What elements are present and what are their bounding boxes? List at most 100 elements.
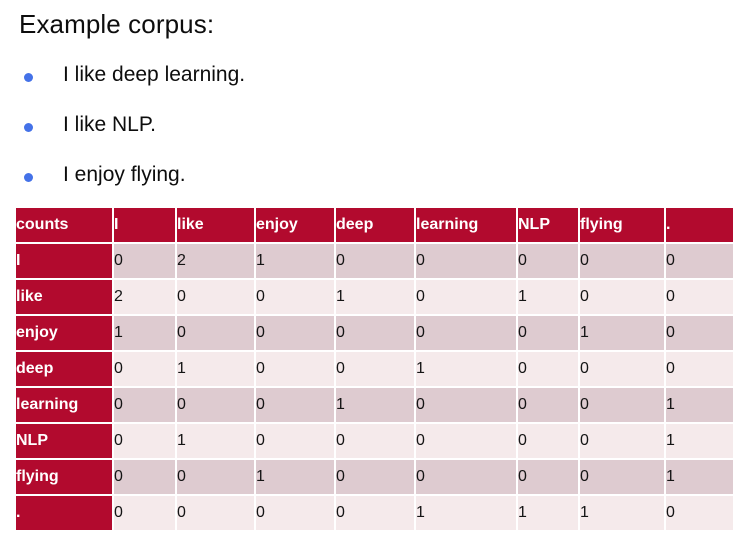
table-cell: 1 — [416, 496, 516, 530]
table-cell: 0 — [177, 280, 254, 314]
row-label: flying — [16, 460, 112, 494]
corpus-sentence: I like deep learning. — [63, 63, 246, 86]
table-cell: 0 — [518, 424, 578, 458]
table-header-row: counts I like enjoy deep learning NLP fl… — [16, 208, 733, 242]
slide-canvas: Example corpus: I like deep learning. I … — [0, 0, 736, 544]
table-cell: 0 — [666, 352, 733, 386]
list-item: I enjoy flying. — [0, 162, 736, 212]
table-header-period: . — [666, 208, 733, 242]
table-cell: 1 — [177, 424, 254, 458]
corpus-sentence: I enjoy flying. — [63, 163, 186, 186]
table-cell: 1 — [580, 496, 664, 530]
table-cell: 0 — [114, 424, 175, 458]
table-cell: 0 — [416, 460, 516, 494]
row-label: I — [16, 244, 112, 278]
table-cell: 0 — [666, 280, 733, 314]
table-cell: 0 — [580, 244, 664, 278]
table-cell: 0 — [114, 244, 175, 278]
table-cell: 0 — [336, 496, 414, 530]
table-cell: 0 — [177, 388, 254, 422]
table-cell: 1 — [256, 460, 334, 494]
table-row: . 0 0 0 0 1 1 1 0 — [16, 496, 733, 530]
table-cell: 0 — [666, 496, 733, 530]
table-header-learning: learning — [416, 208, 516, 242]
row-label: . — [16, 496, 112, 530]
list-item: I like deep learning. — [0, 62, 736, 112]
bullet-icon — [24, 123, 33, 132]
table-cell: 0 — [336, 316, 414, 350]
table-cell: 0 — [177, 316, 254, 350]
page-title: Example corpus: — [19, 9, 215, 39]
table-cell: 0 — [336, 244, 414, 278]
table-row: deep 0 1 0 0 1 0 0 0 — [16, 352, 733, 386]
table-header-like: like — [177, 208, 254, 242]
table-cell: 0 — [177, 496, 254, 530]
table-cell: 0 — [114, 352, 175, 386]
table-cell: 0 — [256, 424, 334, 458]
table-cell: 0 — [580, 280, 664, 314]
row-label: like — [16, 280, 112, 314]
table-cell: 0 — [666, 244, 733, 278]
table-cell: 1 — [416, 352, 516, 386]
table-cell: 0 — [580, 460, 664, 494]
table-cell: 0 — [114, 388, 175, 422]
table-cell: 1 — [114, 316, 175, 350]
table-cell: 0 — [518, 352, 578, 386]
table-cell: 0 — [177, 460, 254, 494]
table-cell: 0 — [336, 352, 414, 386]
table-cell: 0 — [518, 388, 578, 422]
table-cell: 0 — [256, 280, 334, 314]
table-cell: 1 — [666, 424, 733, 458]
table-cell: 1 — [580, 316, 664, 350]
table-cell: 1 — [336, 388, 414, 422]
table-cell: 0 — [114, 496, 175, 530]
table-cell: 0 — [416, 280, 516, 314]
table-cell: 0 — [336, 460, 414, 494]
table-cell: 1 — [666, 388, 733, 422]
corpus-sentence: I like NLP. — [63, 113, 156, 136]
table-header-enjoy: enjoy — [256, 208, 334, 242]
table-cell: 1 — [518, 496, 578, 530]
corpus-bullet-list: I like deep learning. I like NLP. I enjo… — [0, 62, 736, 212]
table-cell: 1 — [666, 460, 733, 494]
table-cell: 0 — [580, 424, 664, 458]
table-header-nlp: NLP — [518, 208, 578, 242]
table-cell: 0 — [416, 424, 516, 458]
bullet-icon — [24, 173, 33, 182]
table-cell: 0 — [518, 316, 578, 350]
table-cell: 0 — [114, 460, 175, 494]
cooccurrence-matrix-table: counts I like enjoy deep learning NLP fl… — [14, 206, 735, 532]
table-header-i: I — [114, 208, 175, 242]
table-row: NLP 0 1 0 0 0 0 0 1 — [16, 424, 733, 458]
table-cell: 1 — [256, 244, 334, 278]
table-row: flying 0 0 1 0 0 0 0 1 — [16, 460, 733, 494]
table-cell: 1 — [177, 352, 254, 386]
table-cell: 0 — [256, 352, 334, 386]
table-cell: 0 — [336, 424, 414, 458]
list-item: I like NLP. — [0, 112, 736, 162]
table-cell: 0 — [416, 388, 516, 422]
table-row: I 0 2 1 0 0 0 0 0 — [16, 244, 733, 278]
table-cell: 1 — [336, 280, 414, 314]
table-cell: 0 — [256, 496, 334, 530]
bullet-icon — [24, 73, 33, 82]
table-cell: 1 — [518, 280, 578, 314]
table-cell: 0 — [666, 316, 733, 350]
table-cell: 0 — [580, 388, 664, 422]
table-cell: 0 — [256, 316, 334, 350]
table-cell: 2 — [177, 244, 254, 278]
table-row: learning 0 0 0 1 0 0 0 1 — [16, 388, 733, 422]
table-cell: 0 — [416, 244, 516, 278]
table-cell: 0 — [580, 352, 664, 386]
row-label: learning — [16, 388, 112, 422]
table-cell: 0 — [518, 244, 578, 278]
table-header-deep: deep — [336, 208, 414, 242]
table-header-counts: counts — [16, 208, 112, 242]
table-row: enjoy 1 0 0 0 0 0 1 0 — [16, 316, 733, 350]
row-label: NLP — [16, 424, 112, 458]
table-cell: 0 — [518, 460, 578, 494]
table-row: like 2 0 0 1 0 1 0 0 — [16, 280, 733, 314]
table-header-flying: flying — [580, 208, 664, 242]
row-label: deep — [16, 352, 112, 386]
table-cell: 0 — [256, 388, 334, 422]
